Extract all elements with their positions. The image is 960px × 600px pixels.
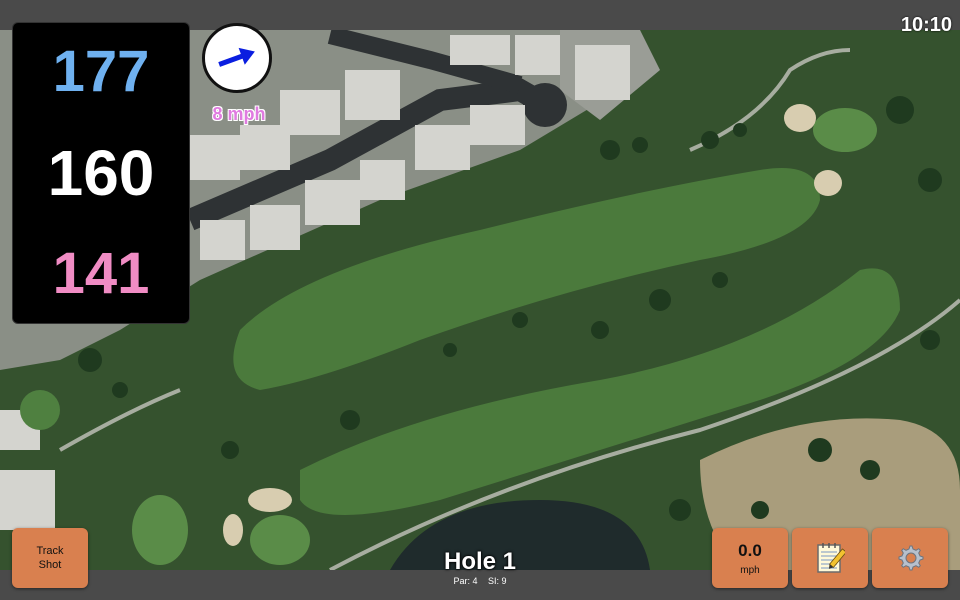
front-yardage: 141: [52, 241, 150, 306]
center-yardage: 160: [47, 137, 155, 209]
status-clock: 10:10: [900, 14, 952, 36]
speed-unit: mph: [740, 564, 760, 576]
track-shot-button[interactable]: Track Shot: [12, 528, 88, 588]
notepad-icon: [817, 543, 845, 573]
hole-stroke-index: SI: 9: [488, 576, 507, 586]
track-shot-label-line1: Track: [36, 545, 64, 557]
gear-icon: [898, 545, 924, 571]
wind-indicator: [202, 23, 272, 93]
track-shot-label-line2: Shot: [38, 559, 62, 571]
speed-button[interactable]: 0.0 mph: [712, 528, 788, 588]
settings-button[interactable]: [872, 528, 948, 588]
hole-title: Hole 1: [443, 548, 517, 575]
arrow-right-icon: [218, 47, 255, 67]
back-yardage: 177: [52, 39, 150, 104]
speed-value: 0.0: [738, 540, 762, 560]
notes-button[interactable]: [792, 528, 868, 588]
hole-par: Par: 4: [453, 576, 478, 586]
yardage-panel: 177 160 141: [12, 22, 190, 324]
hole-info: Par: 4 SI: 9: [400, 576, 560, 586]
wind-speed-label: 8 mph: [212, 104, 266, 124]
